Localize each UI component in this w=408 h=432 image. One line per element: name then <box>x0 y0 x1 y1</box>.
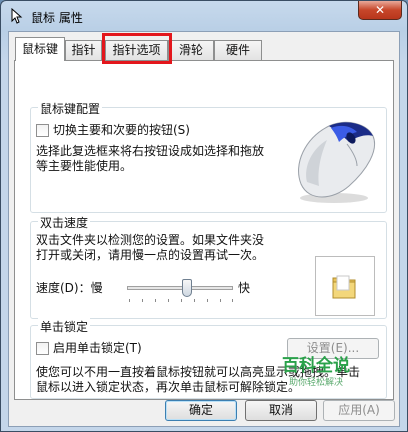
click-lock-desc-2: 鼠标以进入锁定状态，再次单击鼠标可解除锁定。 <box>36 380 301 394</box>
tab-hardware[interactable]: 硬件 <box>214 40 262 60</box>
tab-pointers[interactable]: 指针 <box>65 40 102 60</box>
cancel-button[interactable]: 取消 <box>245 400 317 421</box>
tab-pointer-options[interactable]: 指针选项 <box>105 40 168 60</box>
speed-slider-track[interactable] <box>127 286 233 290</box>
mouse-pointer-icon <box>11 8 23 24</box>
switch-buttons-desc-1: 选择此复选框来将右按钮设成如选择和拖放 <box>36 144 265 158</box>
watermark-logo: 百科全说 助你轻松解决 <box>269 356 363 398</box>
click-lock-checkbox[interactable] <box>36 342 49 355</box>
fast-label: 快 <box>238 281 251 295</box>
double-click-legend: 双击速度 <box>38 214 91 231</box>
mouse-properties-window: 鼠标 属性 ✕ 鼠标键 指针 指针选项 滑轮 硬件 鼠标键配置 切换主要和次要的… <box>0 0 408 432</box>
slider-tick <box>155 299 156 302</box>
slider-tick <box>220 299 221 302</box>
watermark-sub-text: 助你轻松解决 <box>288 378 343 388</box>
close-button[interactable]: ✕ <box>358 1 402 20</box>
speed-slider-thumb[interactable] <box>182 279 192 297</box>
mouse-image <box>298 121 375 203</box>
watermark-main-text: 百科全说 <box>282 356 350 376</box>
test-folder-area[interactable] <box>315 256 375 316</box>
window-title: 鼠标 属性 <box>31 11 83 25</box>
double-click-desc-2: 打开或关闭，请用慢一点的设置再试一次。 <box>36 248 265 262</box>
double-click-group: 双击速度 双击文件夹以检测您的设置。如果文件夹没 打开或关闭，请用慢一点的设置再… <box>30 214 387 319</box>
slider-tick <box>168 299 169 302</box>
title-bar[interactable]: 鼠标 属性 ✕ <box>1 1 407 31</box>
slider-tick <box>207 299 208 302</box>
tab-wheel[interactable]: 滑轮 <box>168 40 214 60</box>
tab-mouse-buttons[interactable]: 鼠标键 <box>15 37 65 61</box>
folder-icon[interactable] <box>329 270 361 302</box>
close-icon: ✕ <box>374 3 386 17</box>
slider-tick <box>232 299 233 302</box>
tab-page-mouse-buttons: 鼠标键配置 切换主要和次要的按钮(S) 选择此复选框来将右按钮设成如选择和拖放 … <box>14 60 394 400</box>
switch-buttons-desc-2: 等主要性能使用。 <box>36 159 133 173</box>
button-config-legend: 鼠标键配置 <box>38 100 103 117</box>
switch-buttons-checkbox[interactable] <box>36 124 49 137</box>
slider-tick <box>142 299 143 302</box>
ok-button[interactable]: 确定 <box>165 400 237 421</box>
button-config-group: 鼠标键配置 切换主要和次要的按钮(S) 选择此复选框来将右按钮设成如选择和拖放 … <box>30 100 387 213</box>
speed-label: 速度(D)：慢 <box>36 281 103 295</box>
click-lock-legend: 单击锁定 <box>38 318 91 335</box>
click-lock-label[interactable]: 启用单击锁定(T) <box>53 341 142 356</box>
slider-tick <box>194 299 195 302</box>
switch-buttons-label[interactable]: 切换主要和次要的按钮(S) <box>53 123 190 138</box>
double-click-desc-1: 双击文件夹以检测您的设置。如果文件夹没 <box>36 233 265 247</box>
apply-button[interactable]: 应用(A) <box>323 400 395 421</box>
slider-tick <box>129 299 130 302</box>
slider-tick <box>181 299 182 302</box>
